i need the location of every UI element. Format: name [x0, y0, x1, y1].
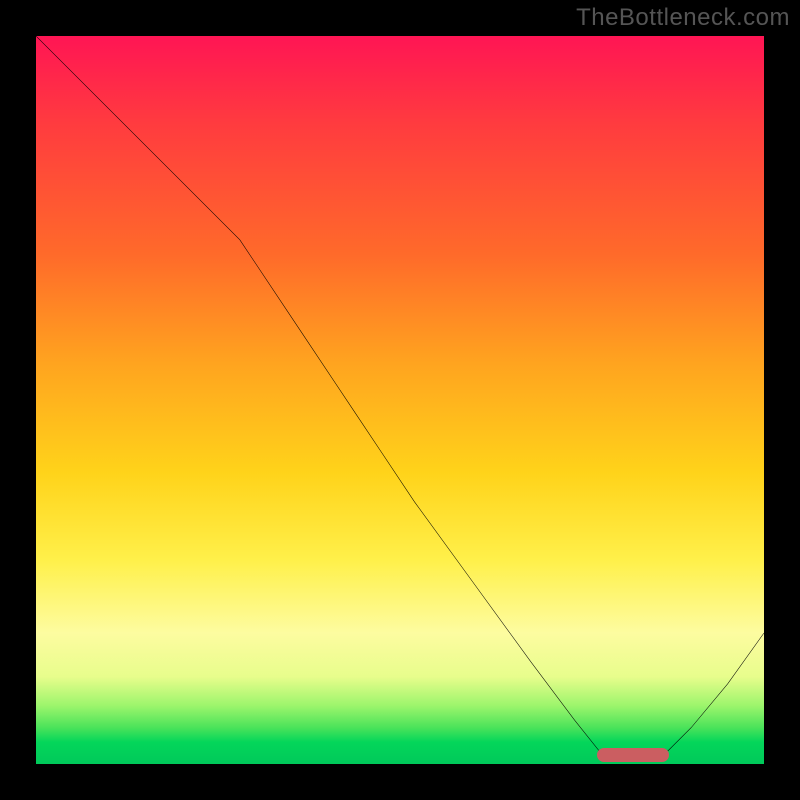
bottleneck-curve-svg — [36, 36, 764, 764]
optimal-range-marker — [597, 748, 670, 762]
plot-area — [36, 36, 764, 764]
chart-frame: TheBottleneck.com — [0, 0, 800, 800]
watermark-text: TheBottleneck.com — [576, 4, 790, 32]
bottleneck-curve-path — [36, 36, 764, 760]
